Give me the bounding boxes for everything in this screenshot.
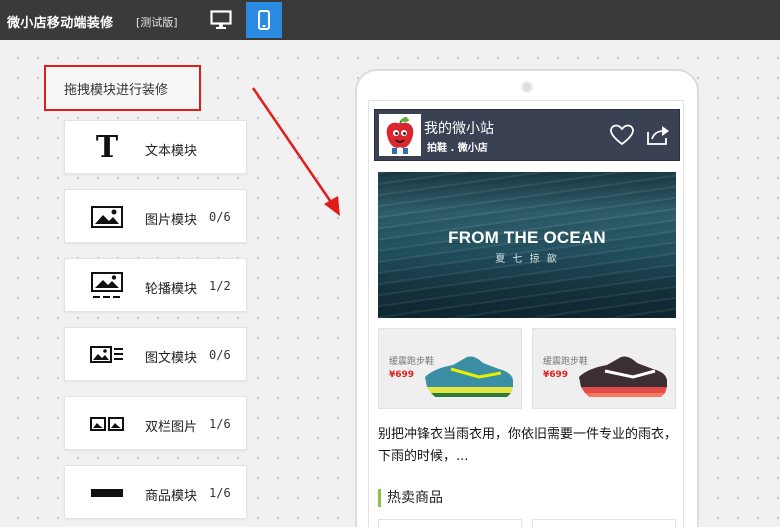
banner-title: FROM THE OCEAN <box>448 228 606 247</box>
product-card-stub <box>532 519 676 527</box>
module-product[interactable]: 商品模块 1/6 <box>64 465 247 519</box>
module-image-text[interactable]: 图文模块 0/6 <box>64 327 247 381</box>
module-count: 1/6 <box>209 486 231 500</box>
module-two-column-image[interactable]: 双栏图片 1/6 <box>64 396 247 450</box>
apple-mascot-icon <box>379 114 421 156</box>
two-column-image-icon <box>89 410 125 438</box>
section-title: 热卖商品 <box>378 489 443 507</box>
module-text[interactable]: T 文本模块 <box>64 120 247 174</box>
image-icon <box>89 203 125 231</box>
shop-subtitle: 拍鞋 . 微小店 <box>427 143 488 154</box>
product-card[interactable]: 缓震跑步鞋 ¥699 <box>532 328 676 409</box>
share-icon[interactable] <box>646 124 670 146</box>
module-label: 轮播模块 <box>145 282 198 297</box>
product-card-stub <box>378 519 522 527</box>
shop-name: 我的微小站 <box>424 121 494 137</box>
sneaker-icon <box>425 356 513 397</box>
shop-header[interactable]: 我的微小站 拍鞋 . 微小店 <box>374 109 680 161</box>
module-count: 0/6 <box>209 348 231 362</box>
product-price: ¥699 <box>389 370 415 380</box>
image-text-icon <box>89 341 125 369</box>
module-label: 图文模块 <box>145 351 198 366</box>
banner-subtitle: 夏 七 掠 歆 <box>495 254 559 265</box>
banner-carousel[interactable]: FROM THE OCEAN 夏 七 掠 歆 <box>378 172 676 318</box>
heart-icon[interactable] <box>610 124 634 146</box>
phone-camera <box>521 81 533 93</box>
module-label: 双栏图片 <box>145 420 198 435</box>
description-text: 别把冲锋衣当雨衣用，你依旧需要一件专业的雨衣，下雨的时候，... <box>378 427 678 464</box>
product-card[interactable]: 缓震跑步鞋 ¥699 <box>378 328 522 409</box>
module-label: 商品模块 <box>145 489 198 504</box>
module-count: 1/6 <box>209 417 231 431</box>
text-icon: T <box>95 130 119 165</box>
product-price: ¥699 <box>543 370 569 380</box>
module-image[interactable]: 图片模块 0/6 <box>64 189 247 243</box>
module-count: 0/6 <box>209 210 231 224</box>
module-label: 文本模块 <box>145 144 198 159</box>
module-count: 1/2 <box>209 279 231 293</box>
sneaker-icon <box>579 356 667 397</box>
carousel-icon <box>89 272 125 300</box>
product-icon <box>89 479 125 507</box>
module-label: 图片模块 <box>145 213 198 228</box>
module-carousel[interactable]: 轮播模块 1/2 <box>64 258 247 312</box>
